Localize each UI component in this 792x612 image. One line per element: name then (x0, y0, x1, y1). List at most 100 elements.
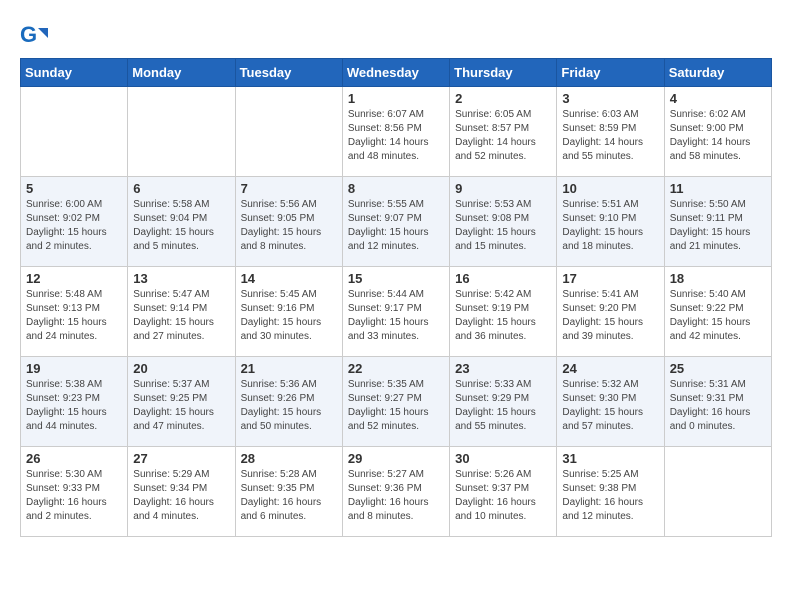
day-cell: 15 Sunrise: 5:44 AM Sunset: 9:17 PM Dayli… (342, 267, 449, 357)
header-cell-monday: Monday (128, 59, 235, 87)
week-row-1: 5 Sunrise: 6:00 AM Sunset: 9:02 PM Daylig… (21, 177, 772, 267)
day-cell: 26Sunrise: 5:30 AM Sunset: 9:33 PM Dayli… (21, 447, 128, 537)
day-number: 8 (348, 181, 444, 196)
day-cell: 23 Sunrise: 5:33 AM Sunset: 9:29 PM Dayli… (450, 357, 557, 447)
day-cell: 21Sunrise: 5:36 AM Sunset: 9:26 PM Dayli… (235, 357, 342, 447)
day-cell: 3Sunrise: 6:03 AM Sunset: 8:59 PM Daylig… (557, 87, 664, 177)
day-info: Sunrise: 5:25 AM Sunset: 9:38 PM Dayligh… (562, 468, 658, 524)
day-number: 7 (241, 181, 337, 196)
day-info: Sunrise: 5:28 AM Sunset: 9:35 PM Dayligh… (241, 468, 337, 524)
day-number: 9 (455, 181, 551, 196)
day-number: 11 (670, 181, 766, 196)
page-header: G (20, 20, 772, 48)
day-number: 26 (26, 451, 122, 466)
day-info: Sunrise: 5:37 AM Sunset: 9:25 PM Dayligh… (133, 378, 229, 434)
header-cell-friday: Friday (557, 59, 664, 87)
day-cell: 22 Sunrise: 5:35 AM Sunset: 9:27 PM Dayli… (342, 357, 449, 447)
calendar-table: SundayMondayTuesdayWednesdayThursdayFrid… (20, 58, 772, 537)
day-info: Sunrise: 5:32 AM Sunset: 9:30 PM Dayligh… (562, 378, 658, 434)
day-number: 31 (562, 451, 658, 466)
day-info: Sunrise: 5:42 AM Sunset: 9:19 PM Dayligh… (455, 288, 551, 344)
day-cell: 5 Sunrise: 6:00 AM Sunset: 9:02 PM Daylig… (21, 177, 128, 267)
day-info: Sunrise: 5:36 AM Sunset: 9:26 PM Dayligh… (241, 378, 337, 434)
day-info: Sunrise: 5:40 AM Sunset: 9:22 PM Dayligh… (670, 288, 766, 344)
day-cell: 17 Sunrise: 5:41 AM Sunset: 9:20 PM Dayli… (557, 267, 664, 357)
day-number: 27 (133, 451, 229, 466)
day-number: 16 (455, 271, 551, 286)
day-info: Sunrise: 5:51 AM Sunset: 9:10 PM Dayligh… (562, 198, 658, 254)
day-cell: 8 Sunrise: 5:55 AM Sunset: 9:07 PM Daylig… (342, 177, 449, 267)
day-cell: 19Sunrise: 5:38 AM Sunset: 9:23 PM Dayli… (21, 357, 128, 447)
day-number: 15 (348, 271, 444, 286)
day-info: Sunrise: 5:35 AM Sunset: 9:27 PM Dayligh… (348, 378, 444, 434)
day-cell: 27Sunrise: 5:29 AM Sunset: 9:34 PM Dayli… (128, 447, 235, 537)
day-number: 20 (133, 361, 229, 376)
day-cell: 25Sunrise: 5:31 AM Sunset: 9:31 PM Dayli… (664, 357, 771, 447)
day-number: 23 (455, 361, 551, 376)
day-number: 14 (241, 271, 337, 286)
day-cell: 30 Sunrise: 5:26 AM Sunset: 9:37 PM Dayli… (450, 447, 557, 537)
header-row: SundayMondayTuesdayWednesdayThursdayFrid… (21, 59, 772, 87)
day-cell: 18 Sunrise: 5:40 AM Sunset: 9:22 PM Dayli… (664, 267, 771, 357)
day-number: 24 (562, 361, 658, 376)
day-number: 12 (26, 271, 122, 286)
day-info: Sunrise: 5:44 AM Sunset: 9:17 PM Dayligh… (348, 288, 444, 344)
day-info: Sunrise: 5:50 AM Sunset: 9:11 PM Dayligh… (670, 198, 766, 254)
svg-text:G: G (20, 22, 37, 47)
day-number: 5 (26, 181, 122, 196)
day-info: Sunrise: 6:05 AM Sunset: 8:57 PM Dayligh… (455, 108, 551, 164)
day-info: Sunrise: 5:45 AM Sunset: 9:16 PM Dayligh… (241, 288, 337, 344)
day-number: 18 (670, 271, 766, 286)
day-number: 19 (26, 361, 122, 376)
day-number: 2 (455, 91, 551, 106)
day-info: Sunrise: 6:03 AM Sunset: 8:59 PM Dayligh… (562, 108, 658, 164)
day-info: Sunrise: 5:48 AM Sunset: 9:13 PM Dayligh… (26, 288, 122, 344)
header-cell-sunday: Sunday (21, 59, 128, 87)
day-cell: 6 Sunrise: 5:58 AM Sunset: 9:04 PM Daylig… (128, 177, 235, 267)
day-number: 30 (455, 451, 551, 466)
header-cell-tuesday: Tuesday (235, 59, 342, 87)
day-cell (21, 87, 128, 177)
day-number: 17 (562, 271, 658, 286)
day-cell: 20 Sunrise: 5:37 AM Sunset: 9:25 PM Dayli… (128, 357, 235, 447)
day-cell: 14 Sunrise: 5:45 AM Sunset: 9:16 PM Dayli… (235, 267, 342, 357)
day-info: Sunrise: 5:55 AM Sunset: 9:07 PM Dayligh… (348, 198, 444, 254)
day-info: Sunrise: 5:53 AM Sunset: 9:08 PM Dayligh… (455, 198, 551, 254)
day-info: Sunrise: 6:02 AM Sunset: 9:00 PM Dayligh… (670, 108, 766, 164)
header-cell-thursday: Thursday (450, 59, 557, 87)
day-number: 1 (348, 91, 444, 106)
week-row-2: 12 Sunrise: 5:48 AM Sunset: 9:13 PM Dayli… (21, 267, 772, 357)
day-cell: 29 Sunrise: 5:27 AM Sunset: 9:36 PM Dayli… (342, 447, 449, 537)
day-cell: 2 Sunrise: 6:05 AM Sunset: 8:57 PM Daylig… (450, 87, 557, 177)
day-cell: 11 Sunrise: 5:50 AM Sunset: 9:11 PM Dayli… (664, 177, 771, 267)
day-cell: 7 Sunrise: 5:56 AM Sunset: 9:05 PM Daylig… (235, 177, 342, 267)
week-row-0: 1 Sunrise: 6:07 AM Sunset: 8:56 PM Daylig… (21, 87, 772, 177)
day-cell: 4Sunrise: 6:02 AM Sunset: 9:00 PM Daylig… (664, 87, 771, 177)
day-info: Sunrise: 5:58 AM Sunset: 9:04 PM Dayligh… (133, 198, 229, 254)
day-info: Sunrise: 5:26 AM Sunset: 9:37 PM Dayligh… (455, 468, 551, 524)
day-cell (128, 87, 235, 177)
week-row-4: 26Sunrise: 5:30 AM Sunset: 9:33 PM Dayli… (21, 447, 772, 537)
day-info: Sunrise: 5:41 AM Sunset: 9:20 PM Dayligh… (562, 288, 658, 344)
day-number: 29 (348, 451, 444, 466)
day-number: 22 (348, 361, 444, 376)
day-number: 25 (670, 361, 766, 376)
day-number: 13 (133, 271, 229, 286)
header-cell-wednesday: Wednesday (342, 59, 449, 87)
calendar-header: SundayMondayTuesdayWednesdayThursdayFrid… (21, 59, 772, 87)
day-info: Sunrise: 6:00 AM Sunset: 9:02 PM Dayligh… (26, 198, 122, 254)
day-cell: 9 Sunrise: 5:53 AM Sunset: 9:08 PM Daylig… (450, 177, 557, 267)
day-number: 6 (133, 181, 229, 196)
day-cell: 16 Sunrise: 5:42 AM Sunset: 9:19 PM Dayli… (450, 267, 557, 357)
day-cell: 12 Sunrise: 5:48 AM Sunset: 9:13 PM Dayli… (21, 267, 128, 357)
day-info: Sunrise: 5:47 AM Sunset: 9:14 PM Dayligh… (133, 288, 229, 344)
day-info: Sunrise: 6:07 AM Sunset: 8:56 PM Dayligh… (348, 108, 444, 164)
day-info: Sunrise: 5:33 AM Sunset: 9:29 PM Dayligh… (455, 378, 551, 434)
day-info: Sunrise: 5:27 AM Sunset: 9:36 PM Dayligh… (348, 468, 444, 524)
calendar-body: 1 Sunrise: 6:07 AM Sunset: 8:56 PM Daylig… (21, 87, 772, 537)
logo-icon: G (20, 20, 48, 48)
header-cell-saturday: Saturday (664, 59, 771, 87)
day-cell (664, 447, 771, 537)
day-cell: 24 Sunrise: 5:32 AM Sunset: 9:30 PM Dayli… (557, 357, 664, 447)
day-info: Sunrise: 5:56 AM Sunset: 9:05 PM Dayligh… (241, 198, 337, 254)
